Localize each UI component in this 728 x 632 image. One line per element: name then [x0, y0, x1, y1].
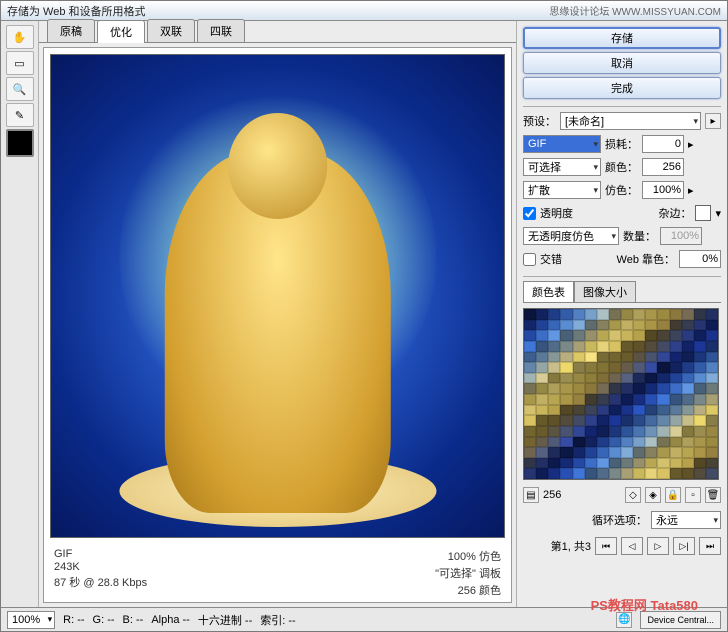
window-title: 存储为 Web 和设备所用格式 — [7, 3, 146, 19]
info-colors: 256 颜色 — [435, 582, 501, 598]
loss-label: 损耗： — [605, 136, 638, 152]
interlace-label: 交错 — [540, 251, 562, 267]
loss-field[interactable] — [642, 135, 684, 153]
done-button[interactable]: 完成 — [523, 77, 721, 99]
transparency-label: 透明度 — [540, 205, 573, 221]
watermark-text: 思缘设计论坛 WWW.MISSYUAN.COM — [549, 3, 721, 18]
dither-method-combo[interactable]: 扩散 — [523, 181, 601, 199]
device-central-button[interactable]: Device Central... — [640, 611, 721, 629]
palette-lock-icon[interactable]: 🔒 — [665, 487, 681, 503]
status-hex: 十六进制 -- — [198, 612, 252, 628]
titlebar: 存储为 Web 和设备所用格式 思缘设计论坛 WWW.MISSYUAN.COM — [1, 1, 727, 21]
interlace-checkbox[interactable] — [523, 253, 536, 266]
dropdown-icon[interactable]: ▾ — [715, 207, 721, 220]
preset-combo[interactable]: [未命名] — [560, 112, 701, 130]
nav-first[interactable]: ⏮ — [595, 537, 617, 555]
trans-dither-combo[interactable]: 无透明度仿色 — [523, 227, 619, 245]
hand-tool[interactable]: ✋ — [6, 25, 34, 49]
browser-preview-icon[interactable]: 🌐 — [616, 612, 632, 628]
save-button[interactable]: 存储 — [523, 27, 721, 49]
eyedropper-tool[interactable]: ✎ — [6, 103, 34, 127]
info-dither: 100% 仿色 — [435, 548, 501, 564]
cancel-button[interactable]: 取消 — [523, 52, 721, 74]
tab-2up[interactable]: 双联 — [147, 19, 195, 42]
preview-info: GIF 243K 87 秒 @ 28.8 Kbps 100% 仿色 "可选择" … — [44, 544, 511, 602]
reduction-combo[interactable]: 可选择 — [523, 158, 601, 176]
format-combo[interactable]: GIF — [523, 135, 601, 153]
tab-color-table[interactable]: 颜色表 — [523, 281, 574, 302]
preview-area: GIF 243K 87 秒 @ 28.8 Kbps 100% 仿色 "可选择" … — [43, 47, 512, 603]
loop-combo[interactable]: 永远 — [651, 511, 721, 529]
info-palette: "可选择" 调板 — [435, 565, 501, 581]
statusbar: 100% R: -- G: -- B: -- Alpha -- 十六进制 -- … — [1, 607, 727, 631]
loop-label: 循环选项： — [592, 512, 647, 528]
palette-count: 256 — [543, 489, 561, 501]
palette-new-icon[interactable]: ▫ — [685, 487, 701, 503]
status-index: 索引: -- — [260, 612, 295, 628]
nav-next[interactable]: ▷| — [673, 537, 695, 555]
preview-canvas[interactable] — [50, 54, 505, 538]
zoom-combo[interactable]: 100% — [7, 611, 55, 629]
nav-prev[interactable]: ◁ — [621, 537, 643, 555]
status-r: R: -- — [63, 614, 84, 626]
colors-field[interactable] — [642, 158, 684, 176]
nav-last[interactable]: ⏭ — [699, 537, 721, 555]
color-table[interactable] — [523, 308, 719, 480]
info-format: GIF — [54, 548, 147, 560]
nav-play[interactable]: ▷ — [647, 537, 669, 555]
preset-menu-icon[interactable]: ▸ — [705, 113, 721, 129]
palette-action-1[interactable]: ◇ — [625, 487, 641, 503]
info-size: 243K — [54, 561, 147, 573]
zoom-tool[interactable]: 🔍 — [6, 77, 34, 101]
page-info: 第1, 共3 — [551, 538, 591, 554]
info-time: 87 秒 @ 28.8 Kbps — [54, 574, 147, 590]
tab-optimized[interactable]: 优化 — [97, 20, 145, 43]
save-for-web-dialog: 存储为 Web 和设备所用格式 思缘设计论坛 WWW.MISSYUAN.COM … — [0, 0, 728, 632]
slider-icon[interactable]: ▸ — [688, 138, 694, 151]
palette-trash-icon[interactable]: 🗑 — [705, 487, 721, 503]
tab-original[interactable]: 原稿 — [47, 19, 95, 42]
colors-label: 颜色： — [605, 159, 638, 175]
amount-label: 数量： — [623, 228, 656, 244]
eyedropper-color-swatch[interactable] — [6, 129, 34, 157]
palette-action-2[interactable]: ◈ — [645, 487, 661, 503]
matte-swatch[interactable] — [695, 205, 711, 221]
transparency-checkbox[interactable] — [523, 207, 536, 220]
preset-label: 预设： — [523, 113, 556, 129]
dither-field[interactable] — [642, 181, 684, 199]
tab-image-size[interactable]: 图像大小 — [574, 281, 636, 302]
websnap-label: Web 靠色： — [617, 251, 675, 267]
palette-menu-icon[interactable]: ▤ — [523, 487, 539, 503]
matte-label: 杂边： — [658, 205, 691, 221]
center-panel: 原稿 优化 双联 四联 GIF 243K — [39, 21, 517, 607]
status-alpha: Alpha -- — [151, 614, 190, 626]
slice-select-tool[interactable]: ▭ — [6, 51, 34, 75]
preview-tabs: 原稿 优化 双联 四联 — [39, 21, 516, 43]
slider-icon[interactable]: ▸ — [688, 184, 694, 197]
status-g: G: -- — [93, 614, 115, 626]
main-area: ✋ ▭ 🔍 ✎ 原稿 优化 双联 四联 — [1, 21, 727, 607]
amount-field — [660, 227, 702, 245]
status-b: B: -- — [123, 614, 144, 626]
tool-column: ✋ ▭ 🔍 ✎ — [1, 21, 39, 607]
palette-tabs: 颜色表 图像大小 — [523, 281, 721, 303]
settings-panel: 存储 取消 完成 预设： [未命名] ▸ GIF 损耗： ▸ 可选择 颜色： — [517, 21, 727, 607]
websnap-field[interactable] — [679, 250, 721, 268]
tab-4up[interactable]: 四联 — [197, 19, 245, 42]
dither-label: 仿色： — [605, 182, 638, 198]
